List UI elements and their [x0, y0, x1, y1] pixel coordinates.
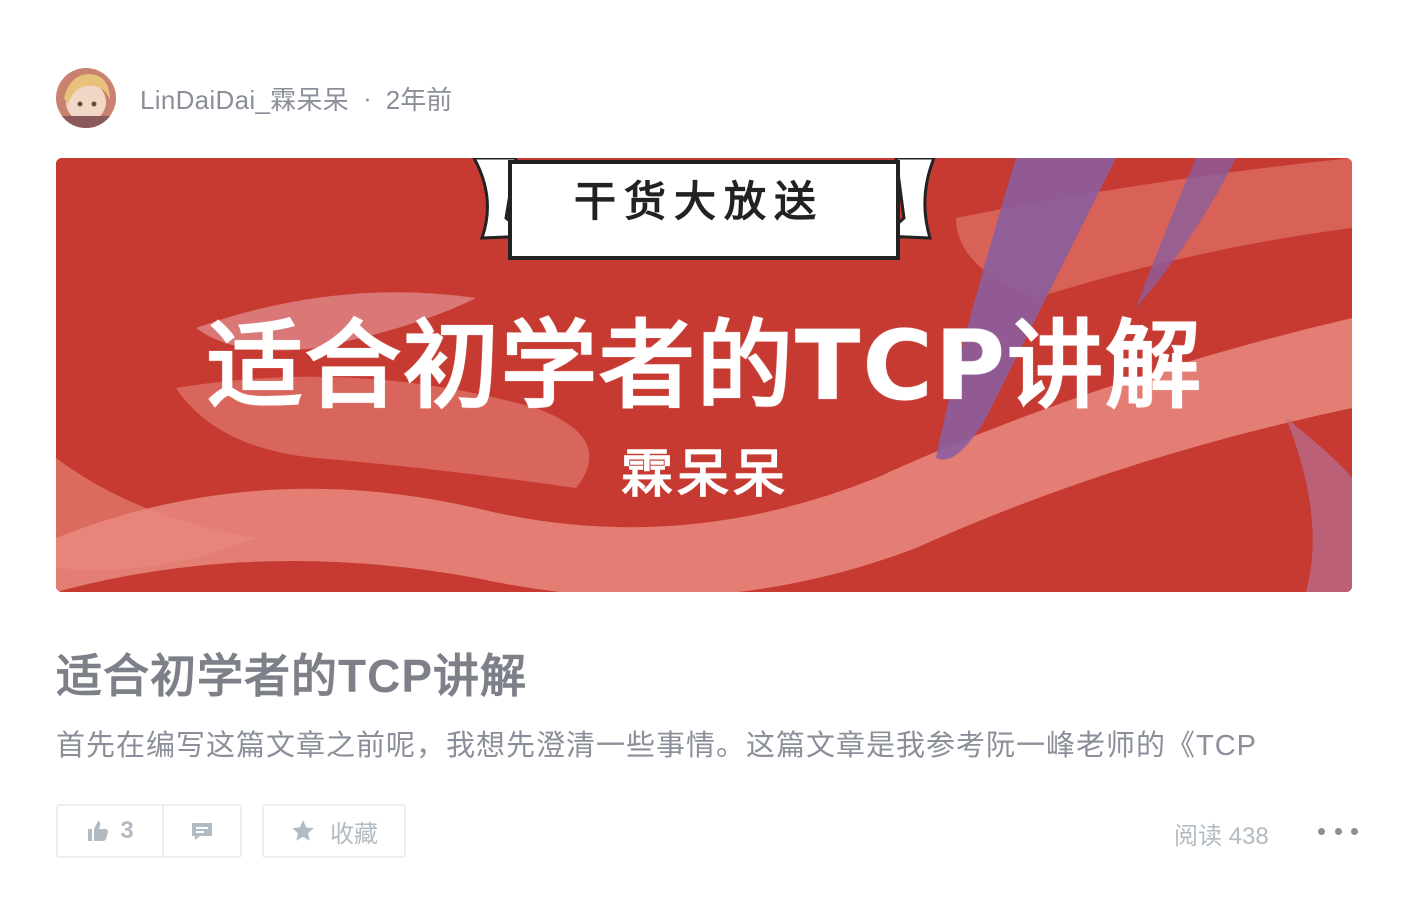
- article-card: LinDaiDai_霖呆呆 · 2年前 干货大放送 适合初学者的TCP讲解 霖呆…: [0, 0, 1410, 912]
- cover-tag: 干货大放送: [573, 177, 824, 226]
- cover-title: 适合初学者的TCP讲解: [206, 310, 1204, 422]
- post-time: 2年前: [385, 84, 453, 115]
- more-icon-dot: [1351, 827, 1358, 835]
- cover-author: 霖呆呆: [620, 445, 789, 505]
- like-button[interactable]: 3: [58, 806, 164, 856]
- more-icon-dot: [1334, 827, 1342, 835]
- collect-label: 收藏: [330, 820, 378, 848]
- more-icon-dot: [1318, 827, 1325, 835]
- thumbs-up-icon: [86, 819, 110, 843]
- like-comment-group: 3: [56, 804, 242, 858]
- author-row: LinDaiDai_霖呆呆 · 2年前: [56, 68, 452, 128]
- more-button[interactable]: [1318, 816, 1358, 846]
- article-excerpt[interactable]: 首先在编写这篇文章之前呢，我想先澄清一些事情。这篇文章是我参考阮一峰老师的《TC…: [56, 722, 1356, 764]
- author-name[interactable]: LinDaiDai_霖呆呆: [140, 80, 349, 117]
- read-count: 阅读 438: [1174, 823, 1269, 850]
- separator-dot: ·: [363, 82, 372, 113]
- comment-icon: [190, 819, 214, 843]
- article-title[interactable]: 适合初学者的TCP讲解: [56, 640, 527, 706]
- avatar[interactable]: [56, 68, 116, 128]
- star-icon: [290, 818, 316, 844]
- like-count: 3: [120, 817, 134, 844]
- comment-button[interactable]: [164, 806, 240, 856]
- action-bar: 3 收藏: [56, 804, 406, 858]
- collect-button[interactable]: 收藏: [264, 806, 404, 856]
- collect-group: 收藏: [262, 804, 406, 858]
